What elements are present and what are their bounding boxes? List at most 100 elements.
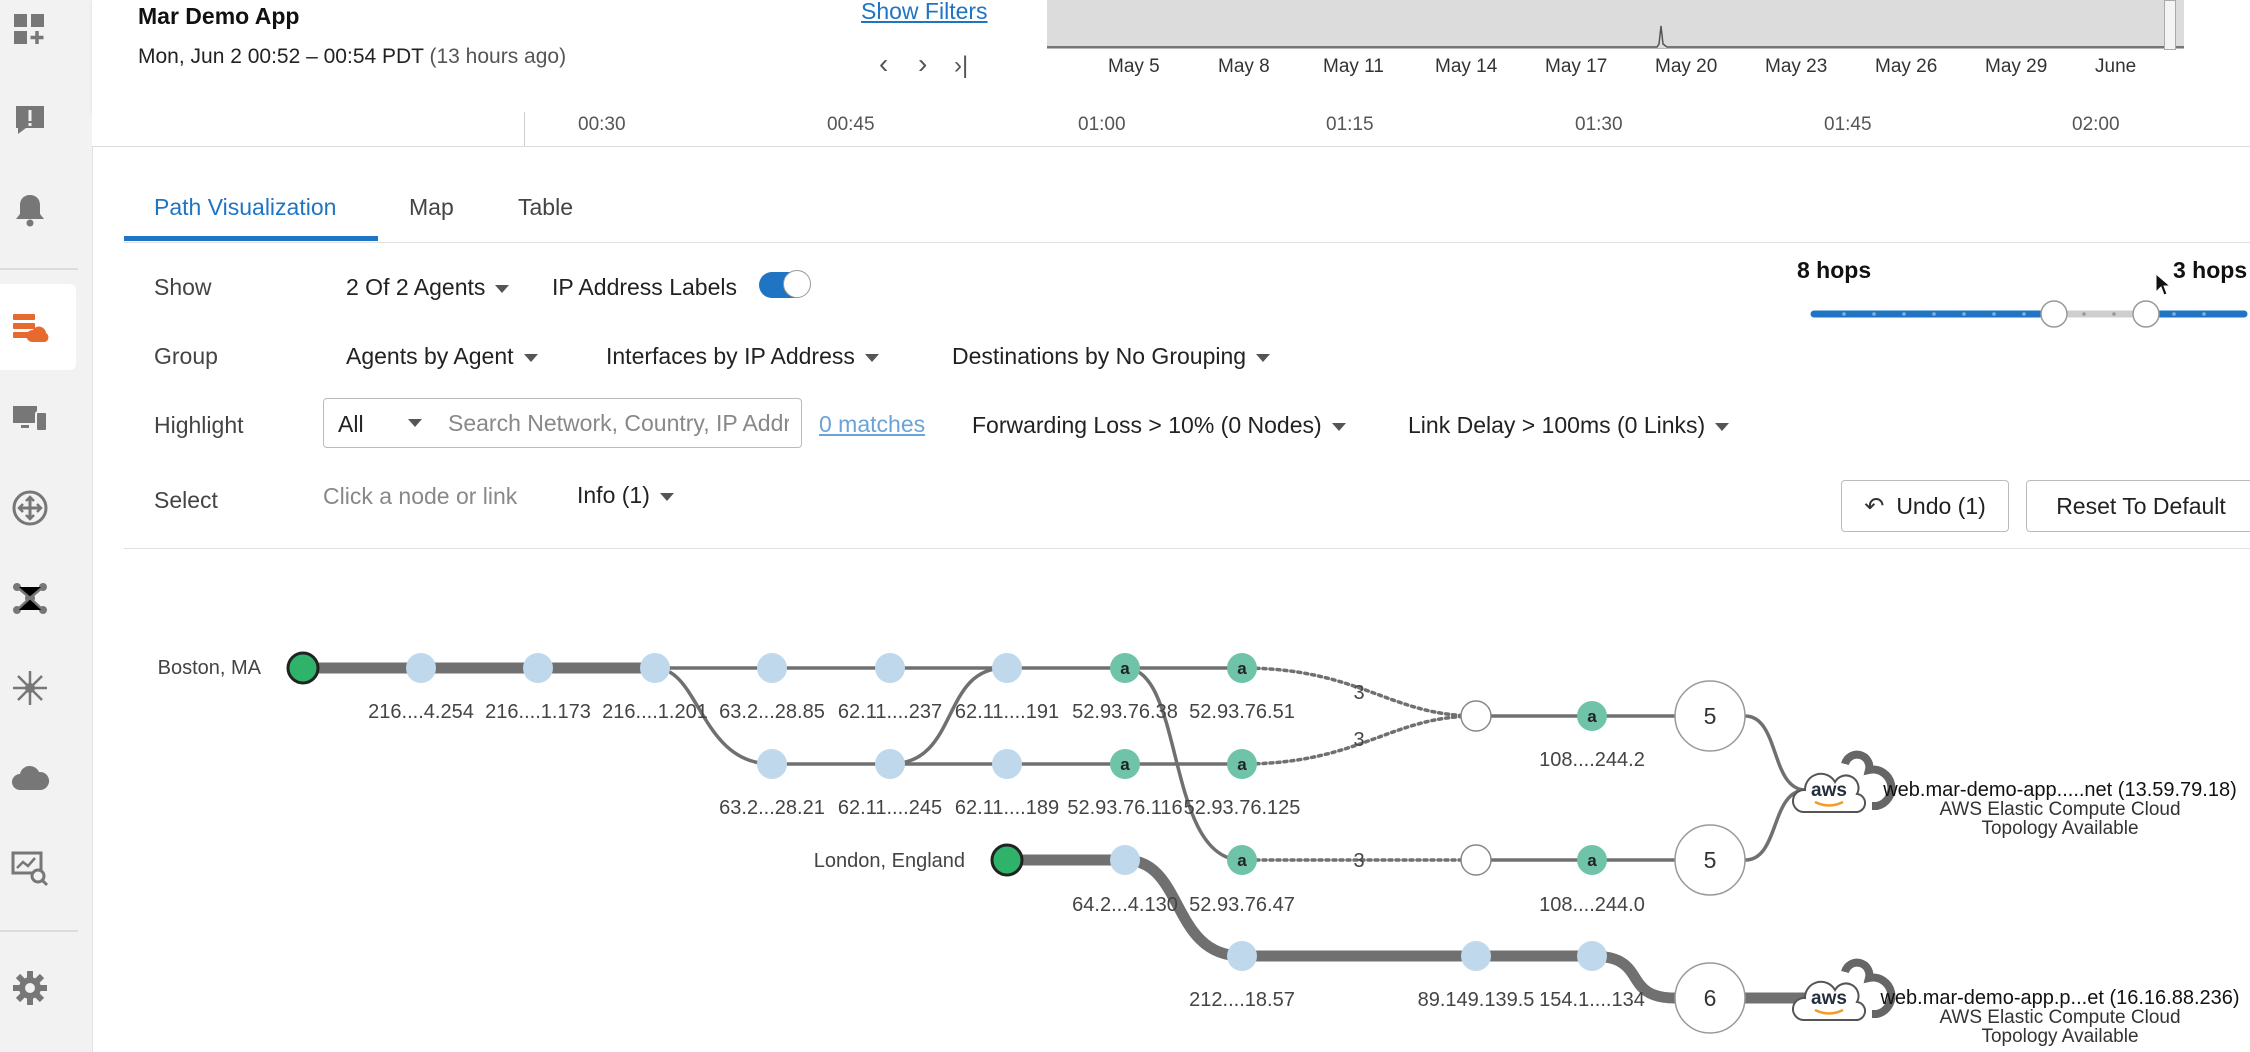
network-router-icon[interactable] xyxy=(8,486,52,530)
amazon-icon: a xyxy=(1237,755,1247,774)
hop-node[interactable] xyxy=(1227,941,1257,971)
node-label: 216....4.254 xyxy=(368,701,474,723)
time-ruler[interactable]: 00:30 00:45 01:00 01:15 01:30 01:45 02:00 xyxy=(92,112,2250,147)
aws-node[interactable]: a xyxy=(1227,653,1257,683)
highlight-search-input[interactable] xyxy=(436,398,802,448)
cluster-node[interactable]: 5 xyxy=(1674,680,1746,752)
hub-icon[interactable] xyxy=(8,666,52,710)
select-hint: Click a node or link xyxy=(323,483,518,509)
node-label: 52.93.76.116 xyxy=(1067,797,1182,819)
hop-node[interactable] xyxy=(1577,941,1607,971)
timeline-overview[interactable] xyxy=(1047,0,2184,50)
aws-node[interactable]: a xyxy=(1577,845,1607,875)
cluster-node[interactable]: 6 xyxy=(1674,962,1746,1034)
hop-node[interactable] xyxy=(1110,845,1140,875)
group-interfaces-dropdown[interactable]: Interfaces by IP Address xyxy=(606,343,879,370)
hop-node[interactable] xyxy=(640,653,670,683)
node-label: 63.2...28.21 xyxy=(719,797,825,819)
unknown-node[interactable] xyxy=(1460,700,1492,732)
tab-table[interactable]: Table xyxy=(518,194,573,221)
agents-dropdown[interactable]: 2 Of 2 Agents xyxy=(346,274,510,301)
aws-node[interactable]: a xyxy=(1227,845,1257,875)
devices-icon[interactable] xyxy=(8,396,52,440)
left-navigation-rail xyxy=(0,0,93,1052)
cloud-servers-icon[interactable] xyxy=(8,306,52,350)
destination-node-1[interactable]: aws xyxy=(1791,750,1896,814)
previous-round-button[interactable]: ‹ xyxy=(879,50,888,78)
tab-map[interactable]: Map xyxy=(409,194,454,221)
cloud-icon[interactable] xyxy=(8,756,52,800)
hops-slider[interactable] xyxy=(1808,296,2250,332)
destination-1-service: AWS Elastic Compute Cloud xyxy=(1939,799,2180,820)
dashboard-add-icon[interactable] xyxy=(8,8,52,52)
notifications-bell-icon[interactable] xyxy=(8,188,52,232)
show-filters-link[interactable]: Show Filters xyxy=(861,0,988,25)
ruler-tick-label: 01:45 xyxy=(1824,114,1872,135)
aws-node[interactable]: a xyxy=(1110,653,1140,683)
topology-icon[interactable] xyxy=(8,576,52,620)
select-label: Select xyxy=(154,487,218,513)
highlight-filter-value: All xyxy=(338,411,364,437)
agent-node-boston[interactable] xyxy=(286,651,320,685)
hops-slider-max-handle[interactable] xyxy=(2132,300,2160,328)
reset-button-label: Reset To Default xyxy=(2056,492,2226,519)
hop-node[interactable] xyxy=(875,749,905,779)
undo-button[interactable]: ↶ Undo (1) xyxy=(1841,480,2009,532)
link-delay-label: Link Delay > 100ms (0 Links) xyxy=(1408,412,1706,438)
destination-node-2[interactable]: aws xyxy=(1791,958,1896,1022)
hop-node[interactable] xyxy=(757,653,787,683)
cluster-node[interactable]: 5 xyxy=(1674,824,1746,896)
link[interactable] xyxy=(1743,714,1808,792)
aws-node[interactable]: a xyxy=(1110,749,1140,779)
next-round-button[interactable]: › xyxy=(918,50,927,78)
highlight-label: Highlight xyxy=(154,412,244,438)
ip-labels-toggle[interactable] xyxy=(759,270,811,298)
node-label: 52.93.76.47 xyxy=(1189,894,1295,916)
forwarding-loss-label: Forwarding Loss > 10% (0 Nodes) xyxy=(972,412,1322,438)
hop-node[interactable] xyxy=(406,653,436,683)
timeline-sparkline xyxy=(1047,25,2184,48)
ruler-tick-label: 01:15 xyxy=(1326,114,1374,135)
group-agents-dropdown[interactable]: Agents by Agent xyxy=(346,343,538,370)
tab-path-visualization[interactable]: Path Visualization xyxy=(154,194,336,221)
destination-1-title: web.mar-demo-app.....net (13.59.79.18) xyxy=(1882,779,2237,801)
monitor-search-icon[interactable] xyxy=(8,846,52,890)
hidden-hops-label: 3 xyxy=(1353,850,1364,872)
hops-slider-min-handle[interactable] xyxy=(2040,300,2068,328)
hop-node[interactable] xyxy=(1461,941,1491,971)
agent-node-london[interactable] xyxy=(990,843,1024,877)
timeline-tick-label: May 11 xyxy=(1323,56,1384,77)
forwarding-loss-dropdown[interactable]: Forwarding Loss > 10% (0 Nodes) xyxy=(972,412,1346,439)
alert-icon[interactable] xyxy=(8,98,52,142)
hop-node[interactable] xyxy=(523,653,553,683)
hidden-hops-label: 3 xyxy=(1353,682,1364,704)
unknown-node[interactable] xyxy=(1460,844,1492,876)
hop-node[interactable] xyxy=(757,749,787,779)
info-dropdown[interactable]: Info (1) xyxy=(577,482,674,509)
matches-link[interactable]: 0 matches xyxy=(819,411,925,438)
hop-node[interactable] xyxy=(992,749,1022,779)
destination-2-service: AWS Elastic Compute Cloud xyxy=(1939,1007,2180,1028)
settings-gear-icon[interactable] xyxy=(8,966,52,1010)
chevron-down-icon xyxy=(1715,422,1730,431)
latest-round-button[interactable]: ›| xyxy=(954,54,968,78)
date-ago: (13 hours ago) xyxy=(429,45,567,68)
destination-1-status: Topology Available xyxy=(1981,818,2138,839)
chevron-down-icon xyxy=(1331,422,1346,431)
timeline-handle[interactable] xyxy=(2164,0,2176,50)
aws-node[interactable]: a xyxy=(1577,701,1607,731)
group-destinations-dropdown[interactable]: Destinations by No Grouping xyxy=(952,343,1271,370)
timeline-tick-label: May 5 xyxy=(1108,56,1160,77)
aws-node[interactable]: a xyxy=(1227,749,1257,779)
reset-to-default-button[interactable]: Reset To Default xyxy=(2026,480,2250,532)
timeline-tick-label: May 23 xyxy=(1765,56,1828,77)
highlight-filter-select[interactable]: All xyxy=(323,398,437,448)
hop-node[interactable] xyxy=(992,653,1022,683)
destination-2-title: web.mar-demo-app.p...et (16.16.88.236) xyxy=(1879,987,2239,1009)
link-delay-dropdown[interactable]: Link Delay > 100ms (0 Links) xyxy=(1408,412,1730,439)
hop-node[interactable] xyxy=(875,653,905,683)
node-label: 52.93.76.38 xyxy=(1072,701,1178,723)
node-label: 52.93.76.51 xyxy=(1189,701,1295,723)
group-destinations-label: Destinations by No Grouping xyxy=(952,343,1247,369)
cluster-count: 5 xyxy=(1704,703,1717,729)
